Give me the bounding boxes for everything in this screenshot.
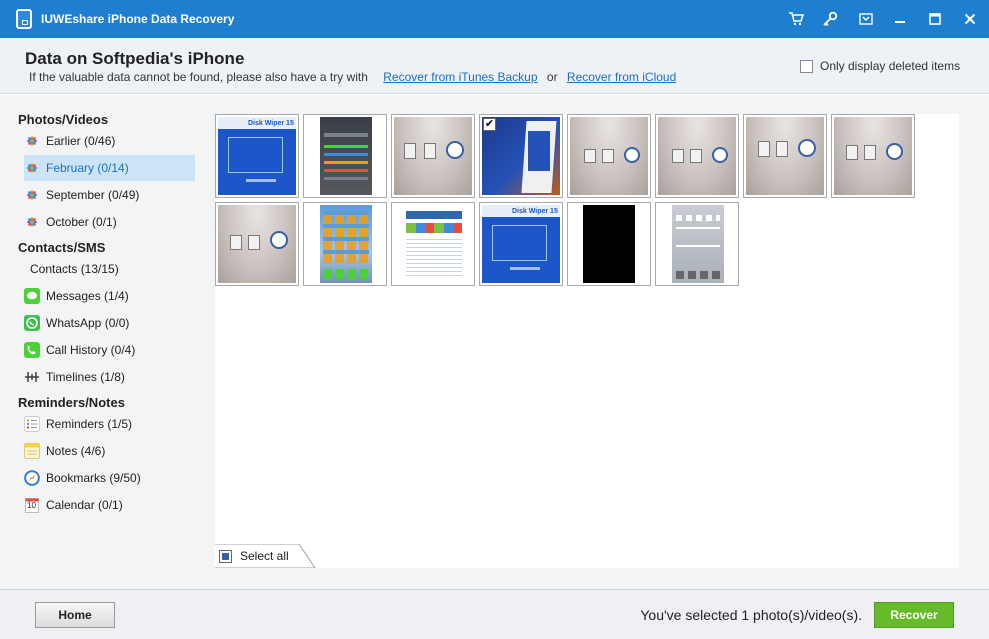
safari-icon [24,470,40,486]
category-sidebar: Photos/Videos Earlier (0/46) February (0… [0,95,200,589]
icloud-link[interactable]: Recover from iCloud [567,70,676,84]
sidebar-item-label: Contacts (13/15) [30,262,119,276]
photos-icon [24,160,40,176]
sidebar-item-messages[interactable]: Messages (1/4) [24,283,195,309]
minimize-icon[interactable] [890,9,910,29]
photo-thumbnail[interactable]: ✔ [479,114,563,198]
only-deleted-toggle[interactable]: Only display deleted items [800,59,960,73]
sidebar-item-label: October (0/1) [46,215,117,229]
sidebar-item-label: February (0/14) [46,161,129,175]
sidebar-item-timelines[interactable]: Timelines (1/8) [24,364,195,390]
photos-icon [24,133,40,149]
select-all-label: Select all [240,549,289,563]
sidebar-item-label: WhatsApp (0/0) [46,316,130,330]
photo-thumbnail[interactable] [303,202,387,286]
or-text: or [546,70,558,84]
sidebar-item-label: Bookmarks (9/50) [46,471,141,485]
photo-thumbnail[interactable] [391,114,475,198]
section-title-contacts: Contacts/SMS [18,240,106,255]
sidebar-item-notes[interactable]: Notes (4/6) [24,438,195,464]
phone-icon [24,342,40,358]
recover-hint: If the valuable data cannot be found, pl… [29,70,676,84]
sidebar-item-february[interactable]: February (0/14) [24,155,195,181]
photo-thumbnail[interactable] [743,114,827,198]
calendar-day: 10 [27,501,36,510]
recover-button[interactable]: Recover [874,602,954,628]
footer-bar: Home You've selected 1 photo(s)/video(s)… [0,589,989,639]
sidebar-item-whatsapp[interactable]: WhatsApp (0/0) [24,310,195,336]
device-title: Data on Softpedia's iPhone [25,49,245,68]
timeline-icon [24,369,40,385]
sidebar-item-reminders[interactable]: Reminders (1/5) [24,411,195,437]
whatsapp-icon [24,315,40,331]
sidebar-item-label: September (0/49) [46,188,140,202]
section-title-photos: Photos/Videos [18,112,109,127]
only-deleted-checkbox[interactable] [800,59,813,73]
select-all-tab[interactable]: Select all [215,544,316,568]
cart-icon[interactable] [786,9,806,29]
title-bar: IUWEshare iPhone Data Recovery [0,0,989,38]
photo-checkbox[interactable]: ✔ [483,118,496,131]
window-title: IUWEshare iPhone Data Recovery [41,12,235,26]
maximize-icon[interactable] [925,9,945,29]
device-header: Data on Softpedia's iPhone If the valuab… [0,38,989,94]
photo-thumbnail[interactable] [391,202,475,286]
thumbnail-text: Disk Wiper 15 [512,208,558,215]
menu-dropdown-icon[interactable] [856,9,876,29]
app-phone-icon [16,9,32,29]
photos-icon [24,187,40,203]
messages-icon [24,288,40,304]
key-icon[interactable] [820,9,840,29]
calendar-icon: 10 [24,497,40,513]
thumbnail-text: Disk Wiper 15 [248,120,294,127]
close-icon[interactable] [960,9,980,29]
photo-thumbnail[interactable] [655,114,739,198]
photo-thumbnail[interactable] [831,114,915,198]
photo-thumbnail[interactable] [215,202,299,286]
sidebar-item-call-history[interactable]: Call History (0/4) [24,337,195,363]
only-deleted-label: Only display deleted items [820,59,961,73]
sidebar-item-calendar[interactable]: 10 Calendar (0/1) [24,492,195,518]
notes-icon [24,443,40,459]
photo-thumbnail[interactable] [655,202,739,286]
sidebar-item-september[interactable]: September (0/49) [24,182,195,208]
section-title-reminders: Reminders/Notes [18,395,125,410]
photo-thumbnail[interactable]: Disk Wiper 15 [215,114,299,198]
thumbnail-grid: Disk Wiper 15 ✔ Disk Wiper 15 Select all [215,114,959,568]
photo-thumbnail[interactable] [567,202,651,286]
home-button[interactable]: Home [35,602,115,628]
photo-thumbnail[interactable] [303,114,387,198]
sidebar-item-label: Earlier (0/46) [46,134,116,148]
photo-thumbnail[interactable] [567,114,651,198]
sidebar-item-earlier[interactable]: Earlier (0/46) [24,128,195,154]
sidebar-item-bookmarks[interactable]: Bookmarks (9/50) [24,465,195,491]
selection-status: You've selected 1 photo(s)/video(s). [640,607,862,623]
select-all-checkbox[interactable] [219,549,232,563]
sidebar-item-label: Messages (1/4) [46,289,129,303]
hint-text: If the valuable data cannot be found, pl… [29,70,368,84]
photo-thumbnail[interactable]: Disk Wiper 15 [479,202,563,286]
itunes-backup-link[interactable]: Recover from iTunes Backup [383,70,537,84]
sidebar-item-october[interactable]: October (0/1) [24,209,195,235]
sidebar-item-label: Calendar (0/1) [46,498,123,512]
content-area: Disk Wiper 15 ✔ Disk Wiper 15 Select all [200,95,989,589]
photos-icon [24,214,40,230]
sidebar-item-contacts[interactable]: Contacts (13/15) [24,256,195,282]
sidebar-item-label: Timelines (1/8) [46,370,125,384]
reminders-icon [24,416,40,432]
sidebar-item-label: Notes (4/6) [46,444,106,458]
sidebar-item-label: Call History (0/4) [46,343,136,357]
sidebar-item-label: Reminders (1/5) [46,417,133,431]
